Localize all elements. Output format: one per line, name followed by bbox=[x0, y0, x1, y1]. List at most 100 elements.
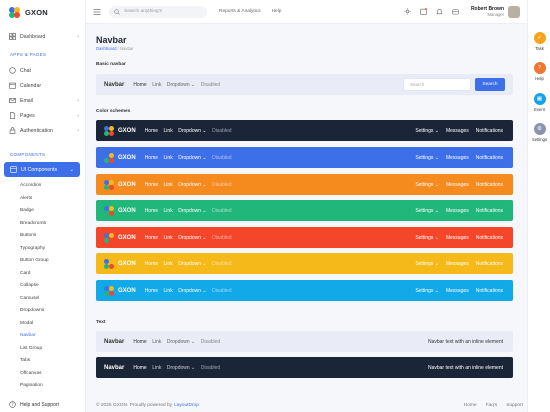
sidebar-subitem[interactable]: Tabs bbox=[0, 355, 85, 368]
footer-link-faq[interactable]: Faq's bbox=[486, 403, 498, 408]
footer-link-support[interactable]: Support bbox=[506, 403, 523, 408]
nav-notifications[interactable]: Notifications bbox=[476, 182, 503, 188]
sidebar-subitem[interactable]: Buttons bbox=[0, 230, 85, 243]
nav-link-link[interactable]: Link bbox=[152, 339, 161, 345]
nav-dropdown[interactable]: Dropdown ⌄ bbox=[178, 235, 206, 241]
rail-item-event[interactable]: ▦ Event bbox=[528, 93, 550, 112]
nav-messages[interactable]: Messages bbox=[446, 261, 469, 267]
nav-link-link[interactable]: Link bbox=[164, 182, 173, 188]
top-link-reports[interactable]: Reports & Analytics bbox=[219, 9, 261, 14]
footer-link-home[interactable]: Home bbox=[464, 403, 477, 408]
nav-notifications[interactable]: Notifications bbox=[476, 155, 503, 161]
nav-settings-dropdown[interactable]: Settings ⌄ bbox=[415, 288, 439, 294]
cart-icon[interactable] bbox=[452, 8, 459, 15]
user-profile[interactable]: Robert Brown Manager bbox=[471, 5, 520, 18]
nav-dropdown[interactable]: Dropdown ⌄ bbox=[178, 182, 206, 188]
navbar-brand[interactable]: GXON bbox=[118, 182, 136, 188]
nav-link-home[interactable]: Home bbox=[145, 182, 158, 188]
help-and-support-link[interactable]: ? Help and Support bbox=[9, 401, 59, 408]
navbar-brand[interactable]: GXON bbox=[118, 128, 136, 134]
nav-link-home[interactable]: Home bbox=[133, 82, 146, 88]
rail-item-help[interactable]: ? Help bbox=[528, 62, 550, 81]
sidebar-subitem[interactable]: Navbar bbox=[0, 330, 85, 343]
navbar-brand[interactable]: GXON bbox=[118, 155, 136, 161]
sidebar-subitem[interactable]: Alerts bbox=[0, 193, 85, 206]
nav-link-home[interactable]: Home bbox=[133, 339, 146, 345]
sidebar-item-chat[interactable]: Chat bbox=[0, 63, 85, 78]
search-input[interactable]: Search anything's bbox=[109, 5, 207, 18]
nav-settings-dropdown[interactable]: Settings ⌄ bbox=[415, 208, 439, 214]
nav-link-home[interactable]: Home bbox=[133, 365, 146, 371]
sidebar-subitem[interactable]: Badge bbox=[0, 205, 85, 218]
bell-icon[interactable] bbox=[436, 8, 443, 15]
nav-dropdown[interactable]: Dropdown ⌄ bbox=[178, 261, 206, 267]
nav-link-home[interactable]: Home bbox=[145, 261, 158, 267]
sidebar-item-authentication[interactable]: Authentication › bbox=[0, 123, 85, 138]
nav-link-home[interactable]: Home bbox=[145, 235, 158, 241]
nav-link-link[interactable]: Link bbox=[152, 365, 161, 371]
nav-messages[interactable]: Messages bbox=[446, 235, 469, 241]
nav-link-link[interactable]: Link bbox=[164, 235, 173, 241]
nav-link-link[interactable]: Link bbox=[164, 155, 173, 161]
navbar-brand[interactable]: GXON bbox=[118, 261, 136, 267]
top-link-help[interactable]: Help bbox=[272, 9, 282, 14]
nav-dropdown[interactable]: Dropdown ⌄ bbox=[178, 155, 206, 161]
sidebar-item-ui-components[interactable]: UI Components ⌄ bbox=[4, 162, 80, 177]
nav-notifications[interactable]: Notifications bbox=[476, 128, 503, 134]
nav-dropdown[interactable]: Dropdown ⌄ bbox=[178, 208, 206, 214]
nav-link-home[interactable]: Home bbox=[145, 128, 158, 134]
sidebar-item-calendar[interactable]: Calendar bbox=[0, 78, 85, 93]
navbar-brand[interactable]: GXON bbox=[118, 208, 136, 214]
sidebar-subitem[interactable]: Pagination bbox=[0, 380, 85, 393]
nav-notifications[interactable]: Notifications bbox=[476, 235, 503, 241]
rail-item-settings[interactable]: ⚙ Settings bbox=[528, 123, 550, 142]
nav-link-link[interactable]: Link bbox=[164, 261, 173, 267]
breadcrumb-dashboard[interactable]: Dashboard bbox=[96, 46, 117, 51]
nav-link-link[interactable]: Link bbox=[164, 128, 173, 134]
sidebar-subitem[interactable]: Button Group bbox=[0, 255, 85, 268]
nav-settings-dropdown[interactable]: Settings ⌄ bbox=[415, 261, 439, 267]
nav-link-home[interactable]: Home bbox=[145, 208, 158, 214]
navbar-brand[interactable]: GXON bbox=[118, 235, 136, 241]
navbar-search-input[interactable]: Search bbox=[403, 78, 471, 91]
nav-messages[interactable]: Messages bbox=[446, 288, 469, 294]
nav-link-link[interactable]: Link bbox=[152, 82, 161, 88]
sidebar-subitem[interactable]: Breadcrumb bbox=[0, 218, 85, 231]
navbar-brand[interactable]: Navbar bbox=[104, 339, 124, 345]
sidebar-item-pages[interactable]: Pages › bbox=[0, 108, 85, 123]
nav-dropdown[interactable]: Dropdown ⌄ bbox=[178, 128, 206, 134]
sidebar-item-email[interactable]: Email › bbox=[0, 93, 85, 108]
sun-icon[interactable] bbox=[404, 8, 411, 15]
navbar-brand[interactable]: Navbar bbox=[104, 365, 124, 371]
nav-settings-dropdown[interactable]: Settings ⌄ bbox=[415, 182, 439, 188]
calendar-notification-icon[interactable] bbox=[420, 8, 427, 15]
nav-dropdown[interactable]: Dropdown ⌄ bbox=[167, 365, 195, 371]
sidebar-subitem[interactable]: Dropdowns bbox=[0, 305, 85, 318]
nav-settings-dropdown[interactable]: Settings ⌄ bbox=[415, 128, 439, 134]
nav-notifications[interactable]: Notifications bbox=[476, 261, 503, 267]
sidebar-subitem[interactable]: Accordion bbox=[0, 180, 85, 193]
nav-settings-dropdown[interactable]: Settings ⌄ bbox=[415, 155, 439, 161]
navbar-brand[interactable]: GXON bbox=[118, 288, 136, 294]
sidebar-subitem[interactable]: Typography bbox=[0, 243, 85, 256]
nav-dropdown[interactable]: Dropdown ⌄ bbox=[167, 339, 195, 345]
nav-messages[interactable]: Messages bbox=[446, 182, 469, 188]
nav-notifications[interactable]: Notifications bbox=[476, 208, 503, 214]
nav-link-link[interactable]: Link bbox=[164, 288, 173, 294]
nav-messages[interactable]: Messages bbox=[446, 208, 469, 214]
footer-powered-link[interactable]: LayoutDrop bbox=[174, 403, 199, 408]
nav-link-home[interactable]: Home bbox=[145, 155, 158, 161]
sidebar-subitem[interactable]: Offcanvas bbox=[0, 368, 85, 381]
nav-messages[interactable]: Messages bbox=[446, 155, 469, 161]
logo[interactable]: GXON bbox=[0, 0, 85, 24]
menu-icon[interactable] bbox=[93, 8, 101, 16]
nav-link-link[interactable]: Link bbox=[164, 208, 173, 214]
sidebar-subitem[interactable]: List Group bbox=[0, 343, 85, 356]
nav-messages[interactable]: Messages bbox=[446, 128, 469, 134]
sidebar-subitem[interactable]: Collapse bbox=[0, 280, 85, 293]
nav-settings-dropdown[interactable]: Settings ⌄ bbox=[415, 235, 439, 241]
sidebar-item-dashboard[interactable]: Dashboard › bbox=[0, 29, 85, 44]
sidebar-subitem[interactable]: Modal bbox=[0, 318, 85, 331]
navbar-brand[interactable]: Navbar bbox=[104, 82, 124, 88]
navbar-search-button[interactable]: Search bbox=[475, 78, 505, 91]
